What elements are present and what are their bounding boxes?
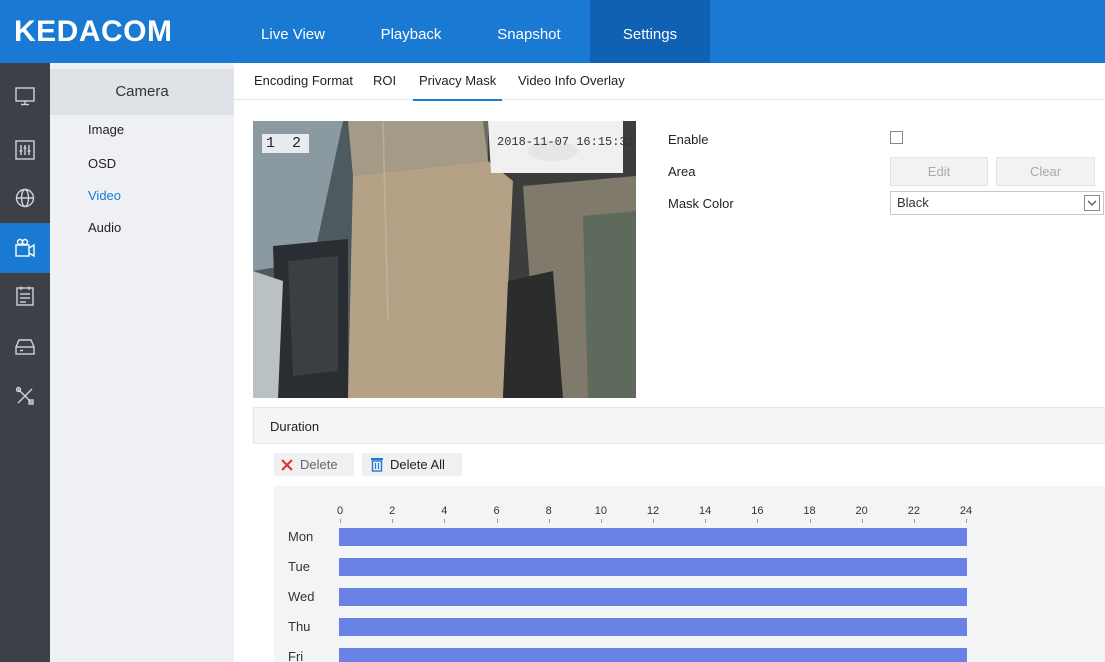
schedule-bar-thu[interactable] — [339, 618, 967, 636]
camera-frame-image — [253, 121, 636, 398]
hour-tick-mark — [653, 519, 654, 523]
hour-tick-label: 10 — [594, 505, 607, 517]
hour-tick-label: 4 — [441, 505, 448, 517]
schedule-bar-tue[interactable] — [339, 558, 967, 576]
mask-color-value: Black — [897, 195, 929, 210]
tab-video-info-overlay[interactable]: Video Info Overlay — [518, 73, 625, 88]
settings-submenu: Camera Image OSD Video Audio — [50, 63, 234, 662]
hour-tick-mark — [757, 519, 758, 523]
hour-tick-mark — [810, 519, 811, 523]
hour-tick-label: 2 — [389, 505, 396, 517]
hour-tick-mark — [966, 519, 967, 523]
top-nav-bar: KEDACOM Live View Playback Snapshot Sett… — [0, 0, 1105, 63]
submenu-item-image[interactable]: Image — [88, 122, 124, 137]
hour-tick-mark — [392, 519, 393, 523]
hour-tick-mark — [914, 519, 915, 523]
hour-tick-mark — [549, 519, 550, 523]
network-globe-icon[interactable] — [0, 173, 50, 223]
hour-tick-mark — [601, 519, 602, 523]
equalizer-icon[interactable] — [0, 125, 50, 175]
hour-tick-label: 16 — [751, 505, 764, 517]
icon-sidebar — [0, 63, 50, 662]
edit-button[interactable]: Edit — [890, 157, 988, 186]
hour-tick-label: 24 — [959, 505, 973, 517]
delete-all-button[interactable]: Delete All — [362, 453, 462, 476]
hour-tick-mark — [705, 519, 706, 523]
delete-label: Delete — [300, 457, 338, 472]
close-icon — [281, 458, 293, 471]
hour-tick-mark — [340, 519, 341, 523]
submenu-item-audio[interactable]: Audio — [88, 220, 121, 235]
video-preview[interactable]: 1 2 2018-11-07 16:15:31 — [253, 121, 636, 398]
nav-settings[interactable]: Settings — [590, 0, 710, 63]
hour-tick-label: 8 — [545, 505, 552, 517]
hour-tick-label: 0 — [336, 505, 344, 517]
hour-tick-label: 12 — [646, 505, 660, 517]
tab-privacy-mask[interactable]: Privacy Mask — [412, 73, 503, 101]
schedule-bar-mon[interactable] — [339, 528, 967, 546]
tools-icon[interactable] — [0, 371, 50, 421]
mask-color-label: Mask Color — [668, 196, 734, 211]
schedule-bar-wed[interactable] — [339, 588, 967, 606]
camera-icon[interactable] — [0, 223, 50, 273]
mask-color-select[interactable]: Black — [890, 191, 1104, 215]
nav-snapshot[interactable]: Snapshot — [470, 0, 588, 63]
day-label-fri: Fri — [288, 649, 304, 662]
hour-tick-label: 22 — [907, 505, 920, 517]
submenu-item-osd[interactable]: OSD — [88, 156, 116, 171]
storage-icon[interactable] — [0, 321, 50, 371]
hour-tick-label: 6 — [493, 505, 500, 517]
nav-live-view[interactable]: Live View — [234, 0, 352, 63]
submenu-title[interactable]: Camera — [50, 69, 234, 115]
submenu-item-video[interactable]: Video — [88, 188, 121, 203]
delete-button[interactable]: Delete — [274, 453, 354, 476]
duration-section-header: Duration — [253, 407, 1105, 444]
day-label-tue: Tue — [288, 559, 310, 574]
hour-tick-label: 14 — [699, 505, 712, 517]
event-list-icon[interactable] — [0, 271, 50, 321]
video-settings-tabs: Encoding Format ROI Privacy Mask Video I… — [234, 63, 1105, 101]
clear-button[interactable]: Clear — [996, 157, 1095, 186]
area-label: Area — [668, 164, 696, 179]
enable-label: Enable — [668, 132, 709, 147]
chevron-down-icon[interactable] — [1084, 195, 1100, 211]
duration-title: Duration — [270, 419, 320, 434]
hour-tick-mark — [862, 519, 863, 523]
nav-playback[interactable]: Playback — [352, 0, 470, 63]
channel-badge: 1 2 — [262, 134, 310, 153]
tab-encoding-format[interactable]: Encoding Format — [254, 73, 353, 88]
hour-tick-mark — [444, 519, 445, 523]
schedule-bar-fri[interactable] — [339, 648, 967, 662]
tab-roi[interactable]: ROI — [373, 73, 396, 88]
day-label-wed: Wed — [288, 589, 315, 604]
day-label-mon: Mon — [288, 529, 314, 544]
trash-icon — [371, 458, 383, 472]
osd-timestamp: 2018-11-07 16:15:31 — [497, 135, 634, 149]
day-label-thu: Thu — [288, 619, 311, 634]
brand-logo: KEDACOM — [0, 0, 234, 63]
hour-tick-label: 18 — [803, 505, 816, 517]
monitor-icon[interactable] — [0, 71, 50, 121]
delete-all-label: Delete All — [390, 457, 445, 472]
enable-checkbox[interactable] — [890, 131, 903, 144]
hour-tick-label: 20 — [855, 505, 868, 517]
hour-tick-mark — [497, 519, 498, 523]
